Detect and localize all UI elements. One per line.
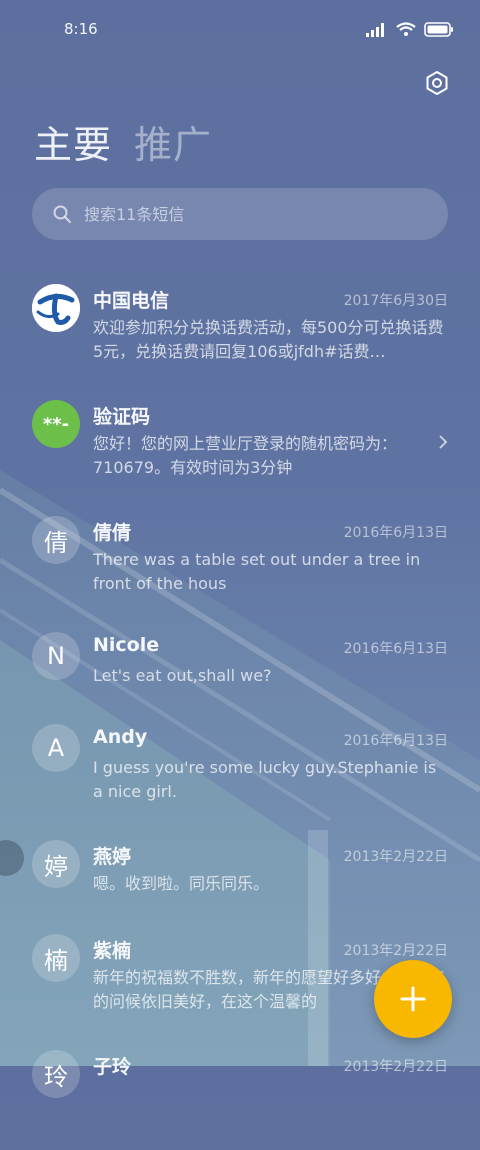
sender-name: 中国电信 xyxy=(93,290,170,312)
sender-name: 紫楠 xyxy=(93,940,132,962)
message-preview: 欢迎参加积分兑换话费活动，每500分可兑换话费5元，兑换话费请回复106或jfd… xyxy=(93,318,444,361)
message-preview: Let's eat out,shall we? xyxy=(93,666,272,685)
message-preview: 嗯。收到啦。同乐同乐。 xyxy=(93,874,270,893)
settings-icon xyxy=(426,71,448,95)
sender-name: 倩倩 xyxy=(93,522,132,544)
sender-name: Andy xyxy=(93,726,148,748)
avatar: 楠 xyxy=(32,934,80,982)
message-preview: 您好！您的网上营业厅登录的随机密码为：710679。有效时间为3分钟 xyxy=(93,434,398,477)
message-date: 2013年2月22日 xyxy=(343,1059,448,1075)
battery-icon xyxy=(424,22,453,37)
search-icon xyxy=(53,205,71,223)
search-bar[interactable] xyxy=(32,188,448,240)
signal-icon xyxy=(366,22,384,37)
avatar: A xyxy=(32,724,80,772)
chevron-right-icon[interactable] xyxy=(438,434,448,450)
message-date: 2016年6月13日 xyxy=(343,641,448,657)
avatar: N xyxy=(32,632,80,680)
plus-icon xyxy=(400,986,426,1012)
tab-bar: 主要 推广 xyxy=(34,122,212,168)
search-input[interactable] xyxy=(82,203,386,225)
message-item[interactable]: 玲 子玲 2013年2月22日 xyxy=(0,1040,480,1150)
message-item[interactable]: **- 验证码 您好！您的网上营业厅登录的随机密码为：710679。有效时间为3… xyxy=(0,390,480,500)
status-bar: 8:16 xyxy=(0,0,480,62)
avatar: 倩 xyxy=(32,516,80,564)
avatar: 玲 xyxy=(32,1050,80,1098)
avatar: 婷 xyxy=(32,840,80,888)
avatar: **- xyxy=(32,400,80,448)
sender-name: Nicole xyxy=(93,634,160,656)
message-preview: There was a table set out under a tree i… xyxy=(93,550,421,593)
sender-name: 验证码 xyxy=(93,406,151,428)
message-item[interactable]: 倩 倩倩 2016年6月13日 There was a table set ou… xyxy=(0,506,480,616)
china-telecom-logo-icon xyxy=(32,284,80,332)
wifi-icon xyxy=(396,22,416,36)
message-date: 2013年2月22日 xyxy=(343,849,448,865)
telecom-logo-avatar xyxy=(32,284,80,332)
message-date: 2017年6月30日 xyxy=(343,293,448,309)
status-icons xyxy=(366,22,454,37)
message-date: 2016年6月13日 xyxy=(343,525,448,541)
message-item[interactable]: 中国电信 2017年6月30日 欢迎参加积分兑换话费活动，每500分可兑换话费5… xyxy=(0,274,480,384)
settings-button[interactable] xyxy=(422,68,452,98)
message-date: 2013年2月22日 xyxy=(343,943,448,959)
sender-name: 燕婷 xyxy=(93,846,132,868)
compose-button[interactable] xyxy=(374,960,452,1038)
message-preview: I guess you're some lucky guy.Stephanie … xyxy=(93,758,437,801)
tab-primary[interactable]: 主要 xyxy=(34,122,112,168)
message-date: 2016年6月13日 xyxy=(343,733,448,749)
message-item[interactable]: A Andy 2016年6月13日 I guess you're some lu… xyxy=(0,714,480,824)
status-time: 8:16 xyxy=(64,20,98,38)
tab-promotions[interactable]: 推广 xyxy=(134,122,212,168)
